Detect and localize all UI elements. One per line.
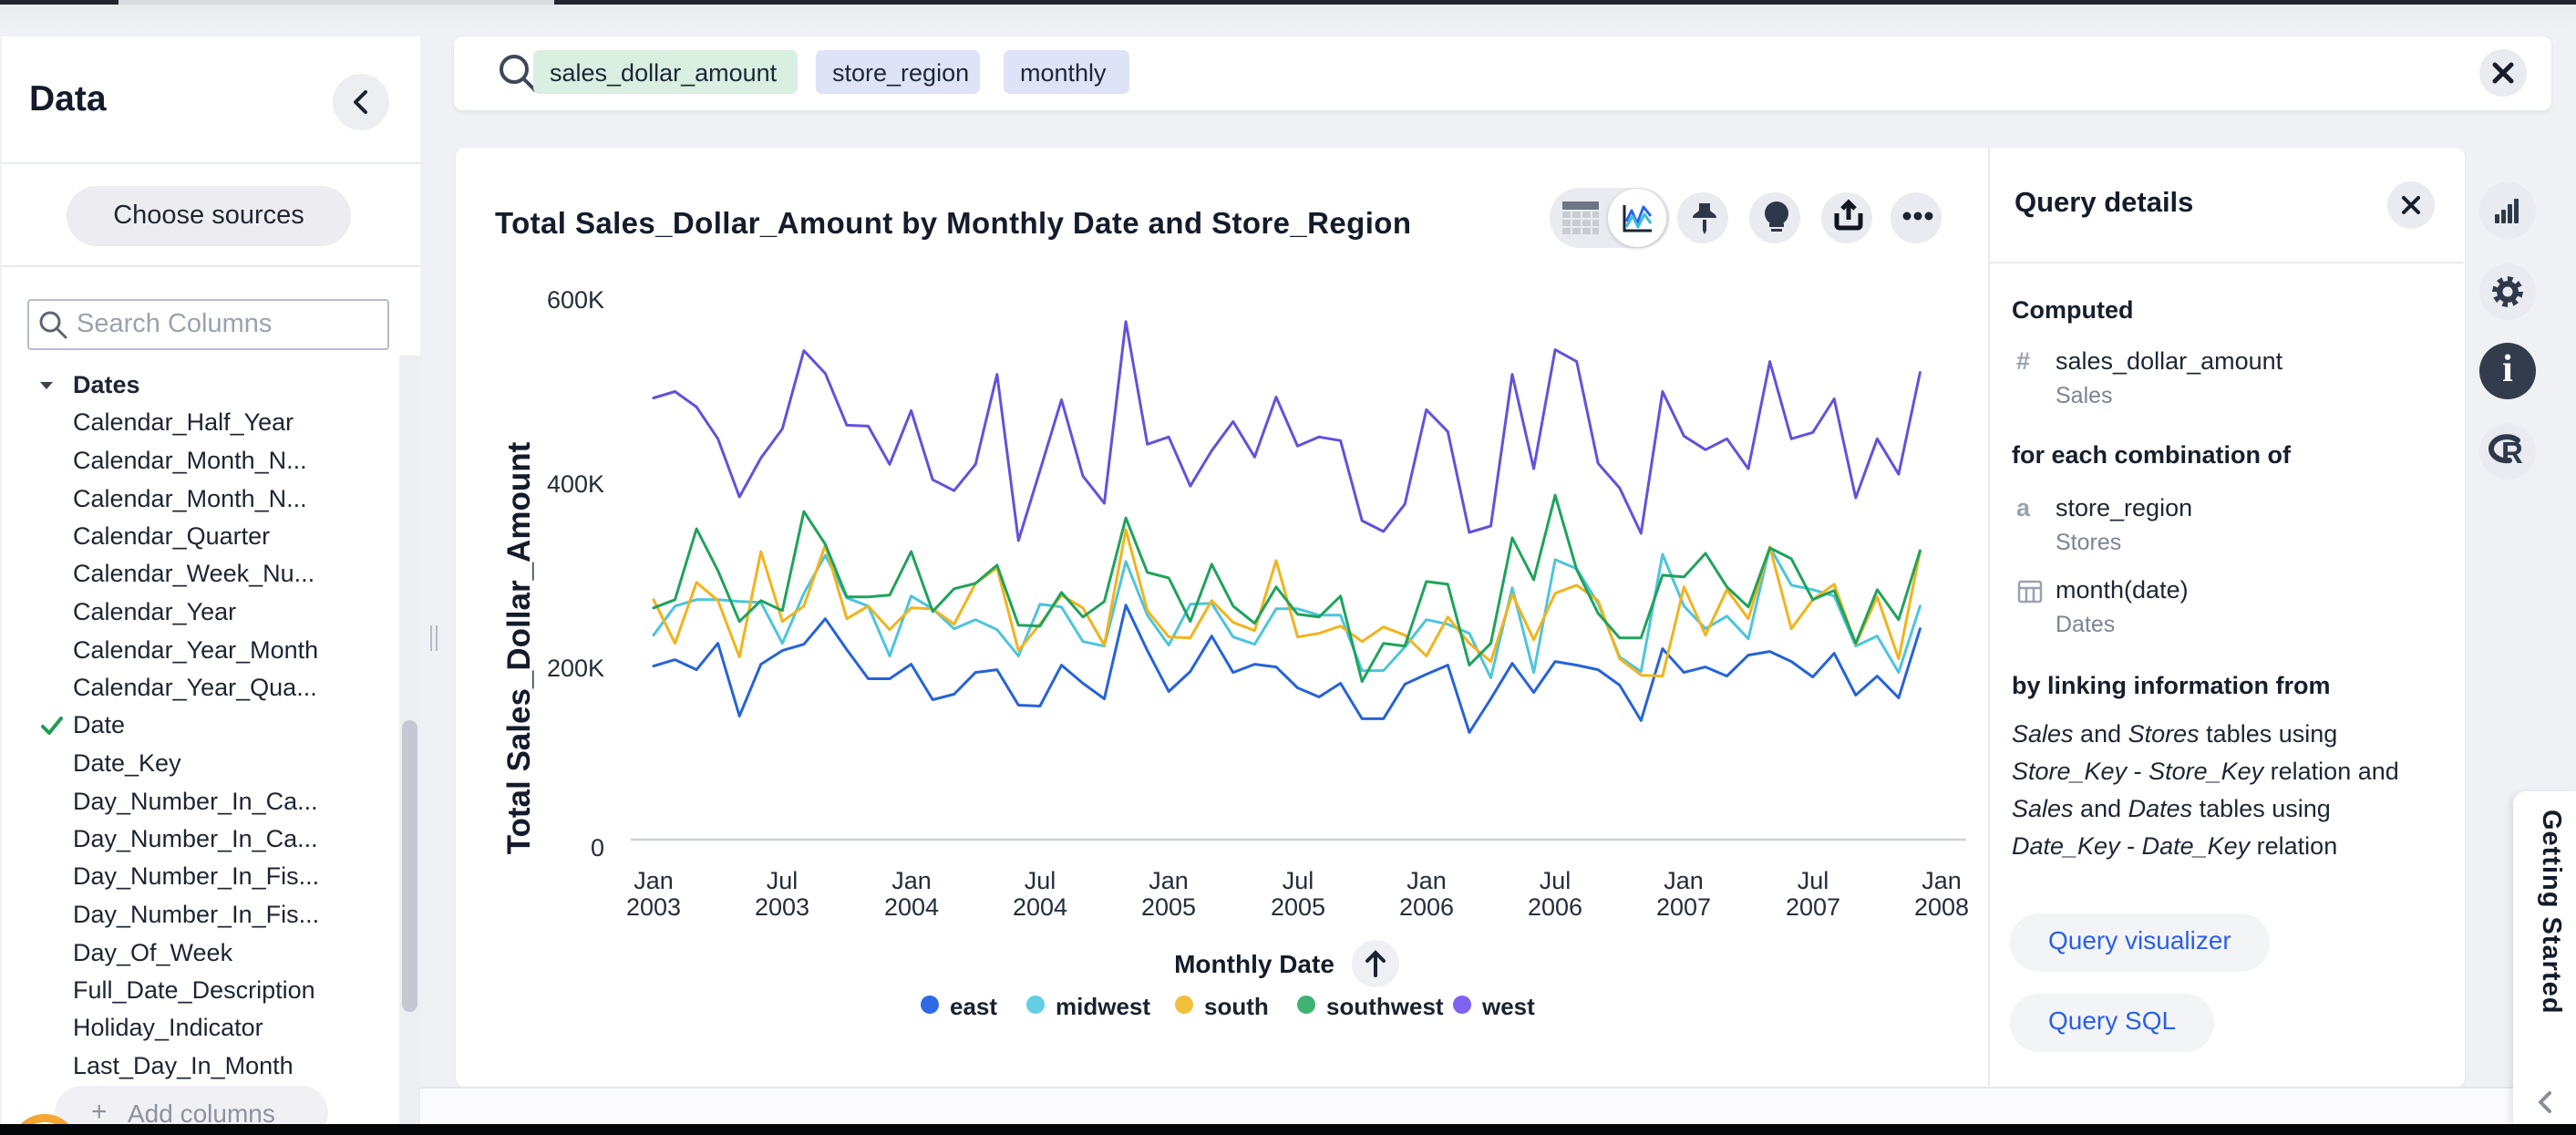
- svg-text:400K: 400K: [547, 470, 604, 498]
- svg-text:Jan: Jan: [1922, 867, 1962, 894]
- svg-text:Jul: Jul: [1025, 867, 1056, 894]
- svg-text:2006: 2006: [1399, 893, 1454, 921]
- svg-text:2004: 2004: [1013, 893, 1067, 921]
- svg-text:Jan: Jan: [1149, 867, 1189, 894]
- svg-text:2007: 2007: [1786, 893, 1840, 921]
- svg-text:200K: 200K: [547, 655, 604, 682]
- svg-text:midwest: midwest: [1056, 993, 1150, 1020]
- svg-text:2007: 2007: [1656, 893, 1711, 921]
- svg-text:2003: 2003: [626, 893, 681, 921]
- svg-text:Jul: Jul: [767, 867, 799, 894]
- svg-text:Jul: Jul: [1283, 867, 1314, 894]
- svg-text:Jul: Jul: [1540, 867, 1571, 894]
- svg-text:Jan: Jan: [1664, 867, 1704, 894]
- svg-text:600K: 600K: [547, 286, 604, 314]
- svg-text:2004: 2004: [884, 893, 939, 921]
- svg-text:east: east: [950, 993, 997, 1020]
- svg-text:Jul: Jul: [1798, 867, 1829, 894]
- svg-text:R: R: [2501, 436, 2523, 469]
- svg-text:Monthly Date: Monthly Date: [1174, 950, 1334, 978]
- svg-text:2005: 2005: [1141, 893, 1196, 921]
- svg-text:Total Sales_Dollar_Amount: Total Sales_Dollar_Amount: [501, 441, 537, 854]
- svg-text:west: west: [1481, 993, 1535, 1020]
- svg-text:2005: 2005: [1271, 893, 1325, 921]
- svg-text:2003: 2003: [755, 893, 809, 921]
- svg-text:southwest: southwest: [1326, 993, 1444, 1020]
- svg-text:2006: 2006: [1528, 893, 1582, 921]
- svg-text:Jan: Jan: [1406, 867, 1447, 894]
- svg-text:Jan: Jan: [891, 867, 932, 894]
- svg-text:Jan: Jan: [634, 867, 674, 894]
- svg-text:2008: 2008: [1914, 893, 1969, 921]
- svg-text:0: 0: [591, 834, 604, 862]
- svg-text:south: south: [1204, 993, 1269, 1020]
